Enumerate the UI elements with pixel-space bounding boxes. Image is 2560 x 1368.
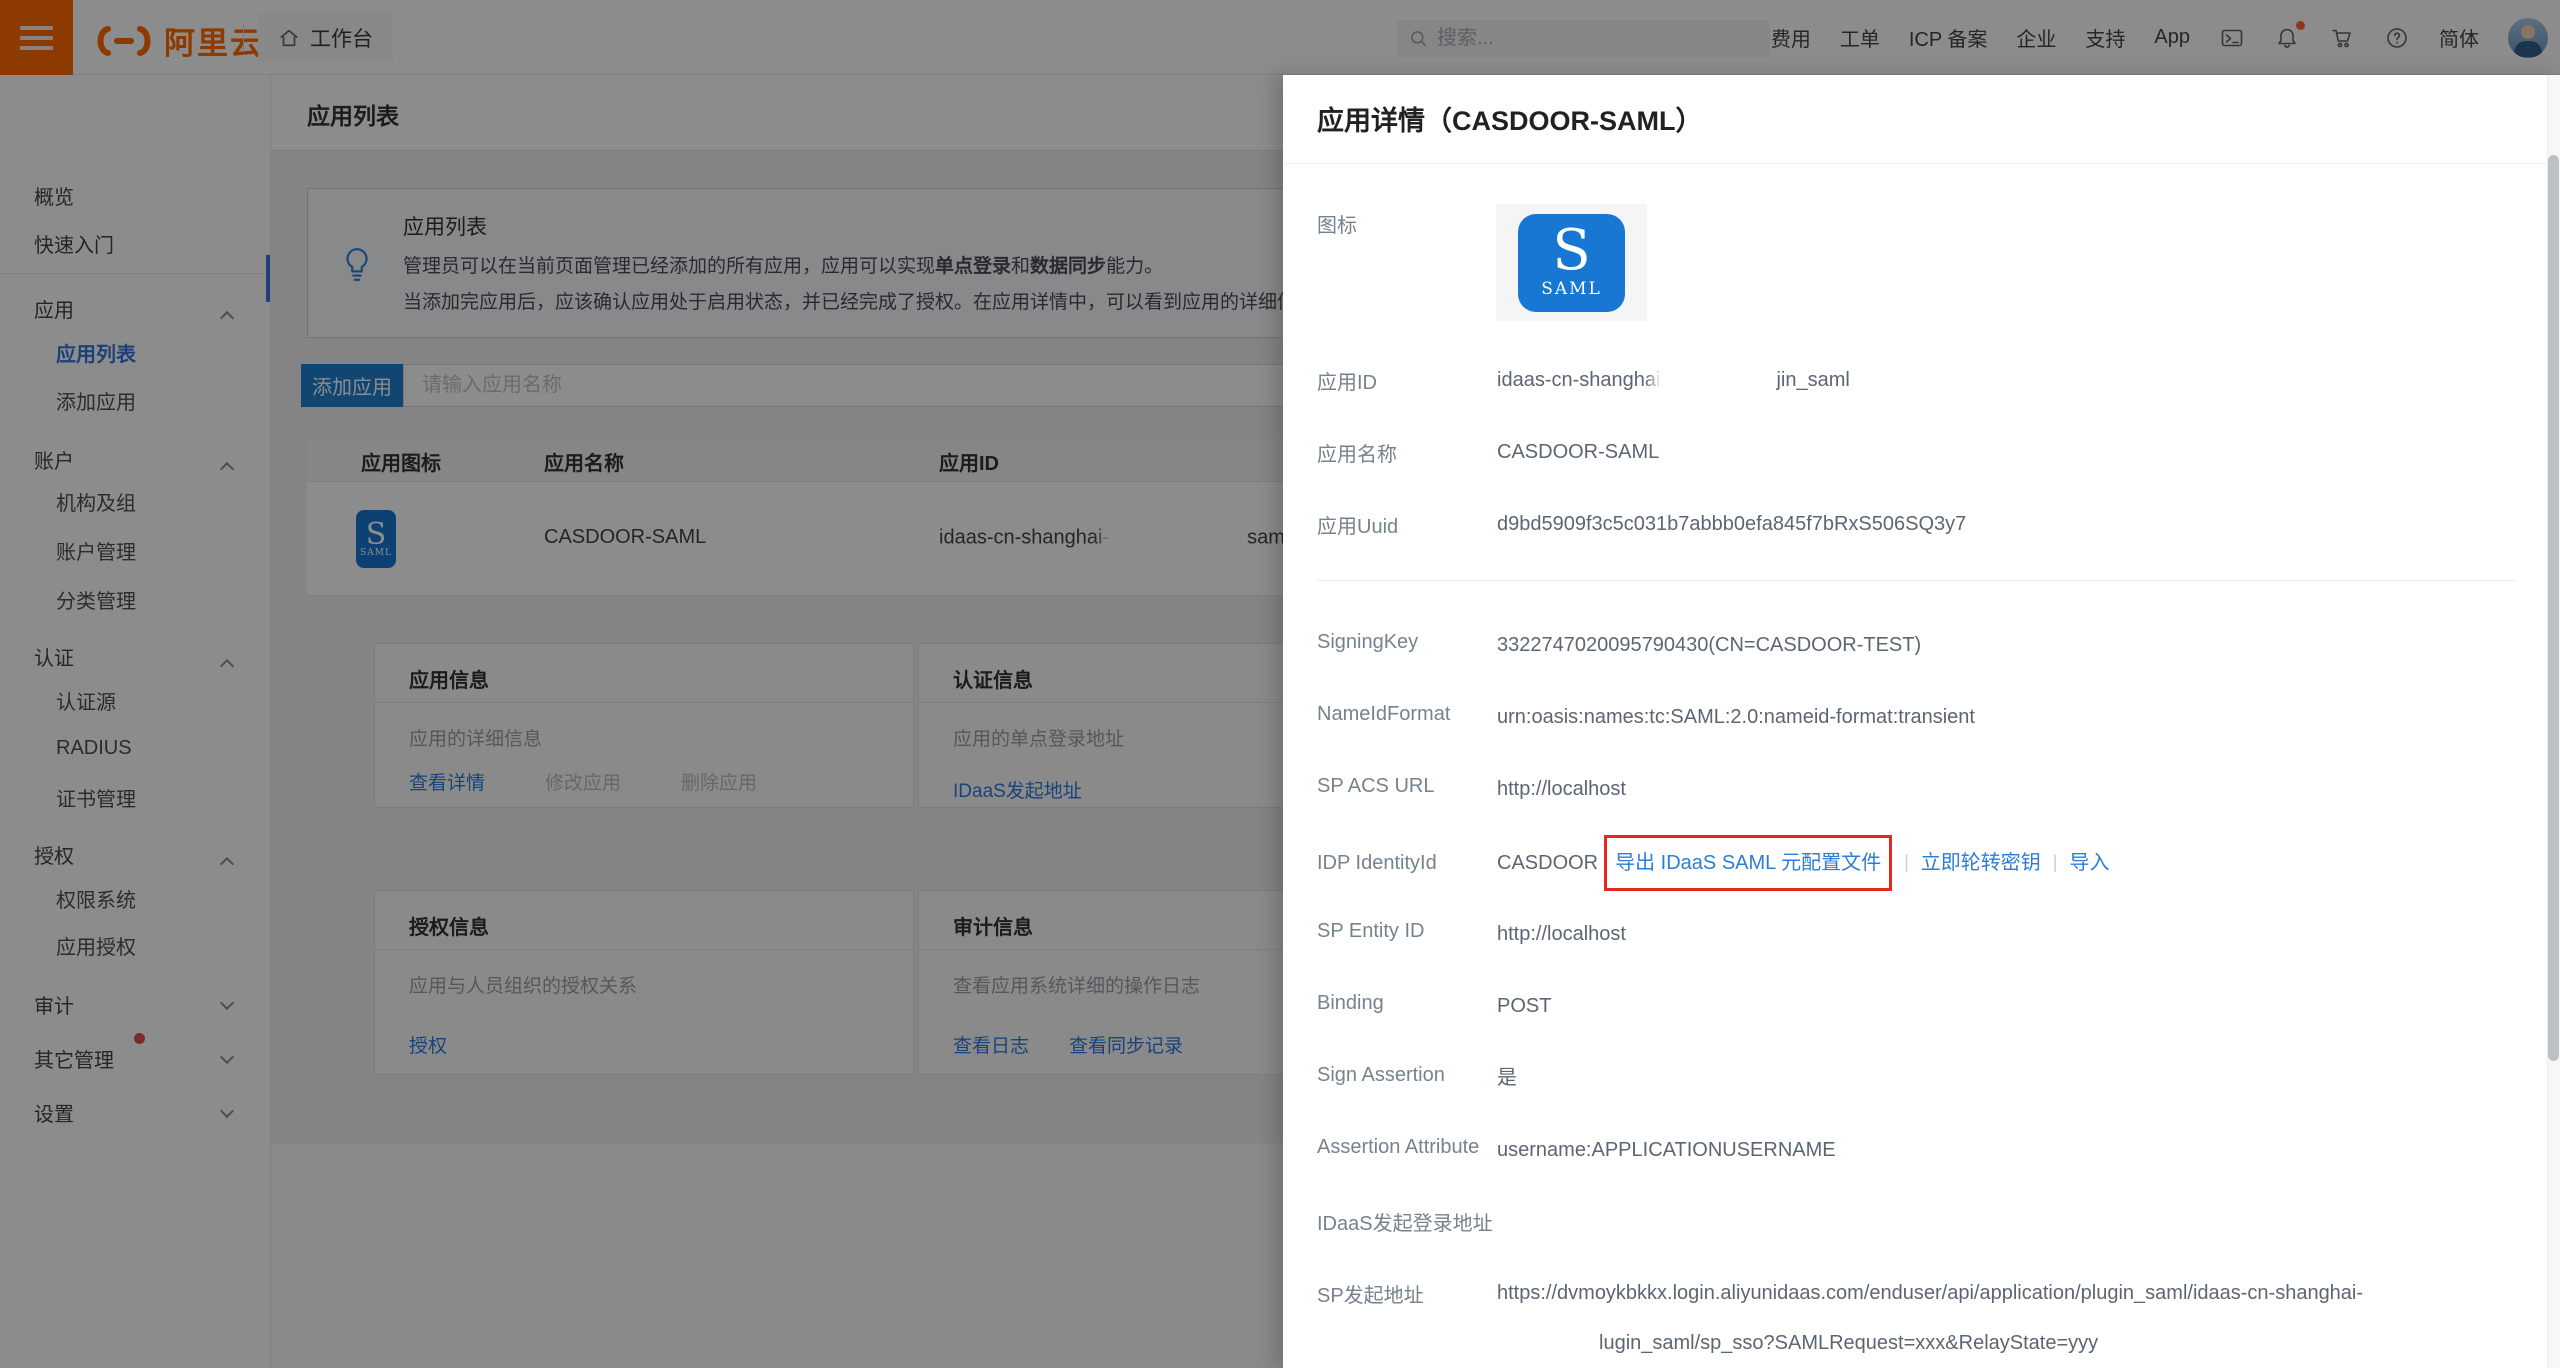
field-value: POST — [1497, 992, 1551, 1020]
field-label: Sign Assertion — [1317, 1064, 1497, 1087]
field-row-app-name: 应用名称 CASDOOR-SAML — [1317, 438, 2514, 467]
field-row-sp-acs-url: SP ACS URL http://localhost — [1317, 775, 2514, 803]
drawer-title-divider — [1283, 163, 2560, 164]
drawer-scrollbar-thumb[interactable] — [2548, 155, 2559, 1061]
drawer-scrollbar-track[interactable] — [2547, 75, 2560, 1368]
field-row-idaas-login-url: IDaaS发起登录地址 — [1317, 1207, 2514, 1236]
saml-app-icon: S SAML — [1518, 214, 1625, 312]
field-value: urn:oasis:names:tc:SAML:2.0:nameid-forma… — [1497, 703, 1975, 731]
field-value: d9bd5909f3c5c031b7abbb0efa845f7bRxS506SQ… — [1497, 510, 1966, 538]
field-label: Assertion Attribute — [1317, 1136, 1497, 1159]
redacted-text — [1515, 1332, 1595, 1356]
field-row-binding: Binding POST — [1317, 992, 2514, 1020]
field-value: CASDOOR-SAML — [1497, 438, 1659, 466]
field-value: CASDOOR 导出 IDaaS SAML 元配置文件 | 立即轮转密钥 | 导… — [1497, 835, 2109, 891]
field-row-sp-entity-id: SP Entity ID http://localhost — [1317, 920, 2514, 948]
field-label: SP Entity ID — [1317, 920, 1497, 943]
field-row-sp-initiated-url: SP发起地址 https://dvmoykbkkx.login.aliyunid… — [1317, 1279, 2514, 1357]
redacted-text — [1660, 369, 1776, 393]
page-root: 阿里云 工作台 费用 工单 ICP 备案 企业 支持 App — [0, 0, 2560, 1368]
field-row-app-id: 应用ID idaas-cn-shanghaijin_saml — [1317, 366, 2514, 395]
rotate-key-link[interactable]: 立即轮转密钥 — [1921, 849, 2041, 877]
field-label: 应用ID — [1317, 366, 1497, 395]
field-row-nameidformat: NameIdFormat urn:oasis:names:tc:SAML:2.0… — [1317, 703, 2514, 731]
field-row-app-uuid: 应用Uuid d9bd5909f3c5c031b7abbb0efa845f7bR… — [1317, 510, 2514, 539]
field-value: username:APPLICATIONUSERNAME — [1497, 1136, 1836, 1164]
link-separator: | — [2053, 850, 2058, 875]
highlight-red-box: 导出 IDaaS SAML 元配置文件 — [1604, 835, 1892, 891]
field-label: SP发起地址 — [1317, 1279, 1497, 1308]
field-value: 是 — [1497, 1064, 1517, 1092]
field-row-signingkey: SigningKey 3322747020095790430(CN=CASDOO… — [1317, 631, 2514, 659]
field-label: IDaaS发起登录地址 — [1317, 1207, 1497, 1236]
field-row-assertion-attribute: Assertion Attribute username:APPLICATION… — [1317, 1136, 2514, 1164]
field-value: idaas-cn-shanghaijin_saml — [1497, 366, 1850, 394]
field-value: http://localhost — [1497, 775, 1626, 803]
drawer-section-divider — [1317, 580, 2516, 581]
field-row-sign-assertion: Sign Assertion 是 — [1317, 1064, 2514, 1092]
import-link[interactable]: 导入 — [2069, 849, 2109, 877]
field-label: SP ACS URL — [1317, 775, 1497, 798]
field-value: https://dvmoykbkkx.login.aliyunidaas.com… — [1497, 1279, 2363, 1357]
field-value: http://localhost — [1497, 920, 1626, 948]
field-label: IDP IdentityId — [1317, 852, 1497, 875]
drawer-title: 应用详情（CASDOOR-SAML） — [1317, 99, 1703, 138]
application-detail-drawer: 应用详情（CASDOOR-SAML） 图标 S SAML 应用ID idaas-… — [1283, 75, 2560, 1368]
link-separator: | — [1904, 850, 1909, 875]
app-icon-tile: S SAML — [1496, 204, 1647, 321]
field-label: 图标 — [1317, 209, 1497, 238]
field-row-idp-identityid: IDP IdentityId CASDOOR 导出 IDaaS SAML 元配置… — [1317, 835, 2514, 891]
field-value: 3322747020095790430(CN=CASDOOR-TEST) — [1497, 631, 1921, 659]
field-label: 应用Uuid — [1317, 510, 1497, 539]
field-label: Binding — [1317, 992, 1497, 1015]
export-saml-metadata-link[interactable]: 导出 IDaaS SAML 元配置文件 — [1615, 852, 1881, 874]
field-label: SigningKey — [1317, 631, 1497, 654]
field-label: 应用名称 — [1317, 438, 1497, 467]
field-label: NameIdFormat — [1317, 703, 1497, 726]
